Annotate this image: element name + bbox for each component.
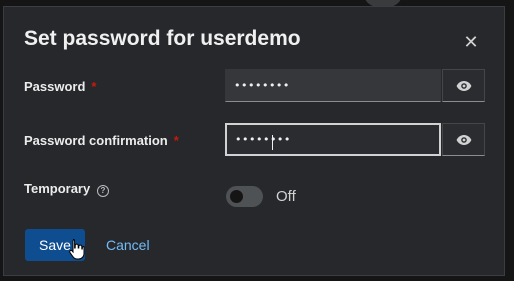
eye-icon	[456, 134, 471, 145]
switch-knob	[230, 190, 243, 203]
password-confirmation-label: Password confirmation *	[24, 133, 179, 148]
password-field[interactable]	[225, 69, 441, 102]
set-password-dialog: Set password for userdemo ✕ Password * Pa…	[3, 6, 505, 276]
close-button[interactable]: ✕	[460, 31, 482, 53]
temporary-label: Temporary	[24, 181, 91, 196]
text-caret	[272, 135, 273, 150]
hand-cursor-icon	[69, 239, 85, 260]
temporary-switch[interactable]	[226, 186, 263, 207]
required-marker: *	[173, 133, 179, 148]
password-confirmation-field[interactable]	[225, 123, 441, 156]
required-marker: *	[91, 79, 97, 94]
show-password-button[interactable]	[442, 69, 485, 102]
show-password-confirmation-button[interactable]	[442, 123, 485, 156]
password-confirmation-label-text: Password confirmation	[24, 133, 168, 148]
dialog-title: Set password for userdemo	[24, 27, 301, 50]
close-icon: ✕	[463, 32, 479, 52]
password-label: Password *	[24, 79, 96, 94]
question-circle-icon[interactable]: ?	[97, 185, 109, 197]
password-label-text: Password	[24, 79, 86, 94]
eye-icon	[456, 80, 471, 91]
cancel-button[interactable]: Cancel	[106, 237, 150, 253]
temporary-switch-state: Off	[276, 188, 296, 205]
